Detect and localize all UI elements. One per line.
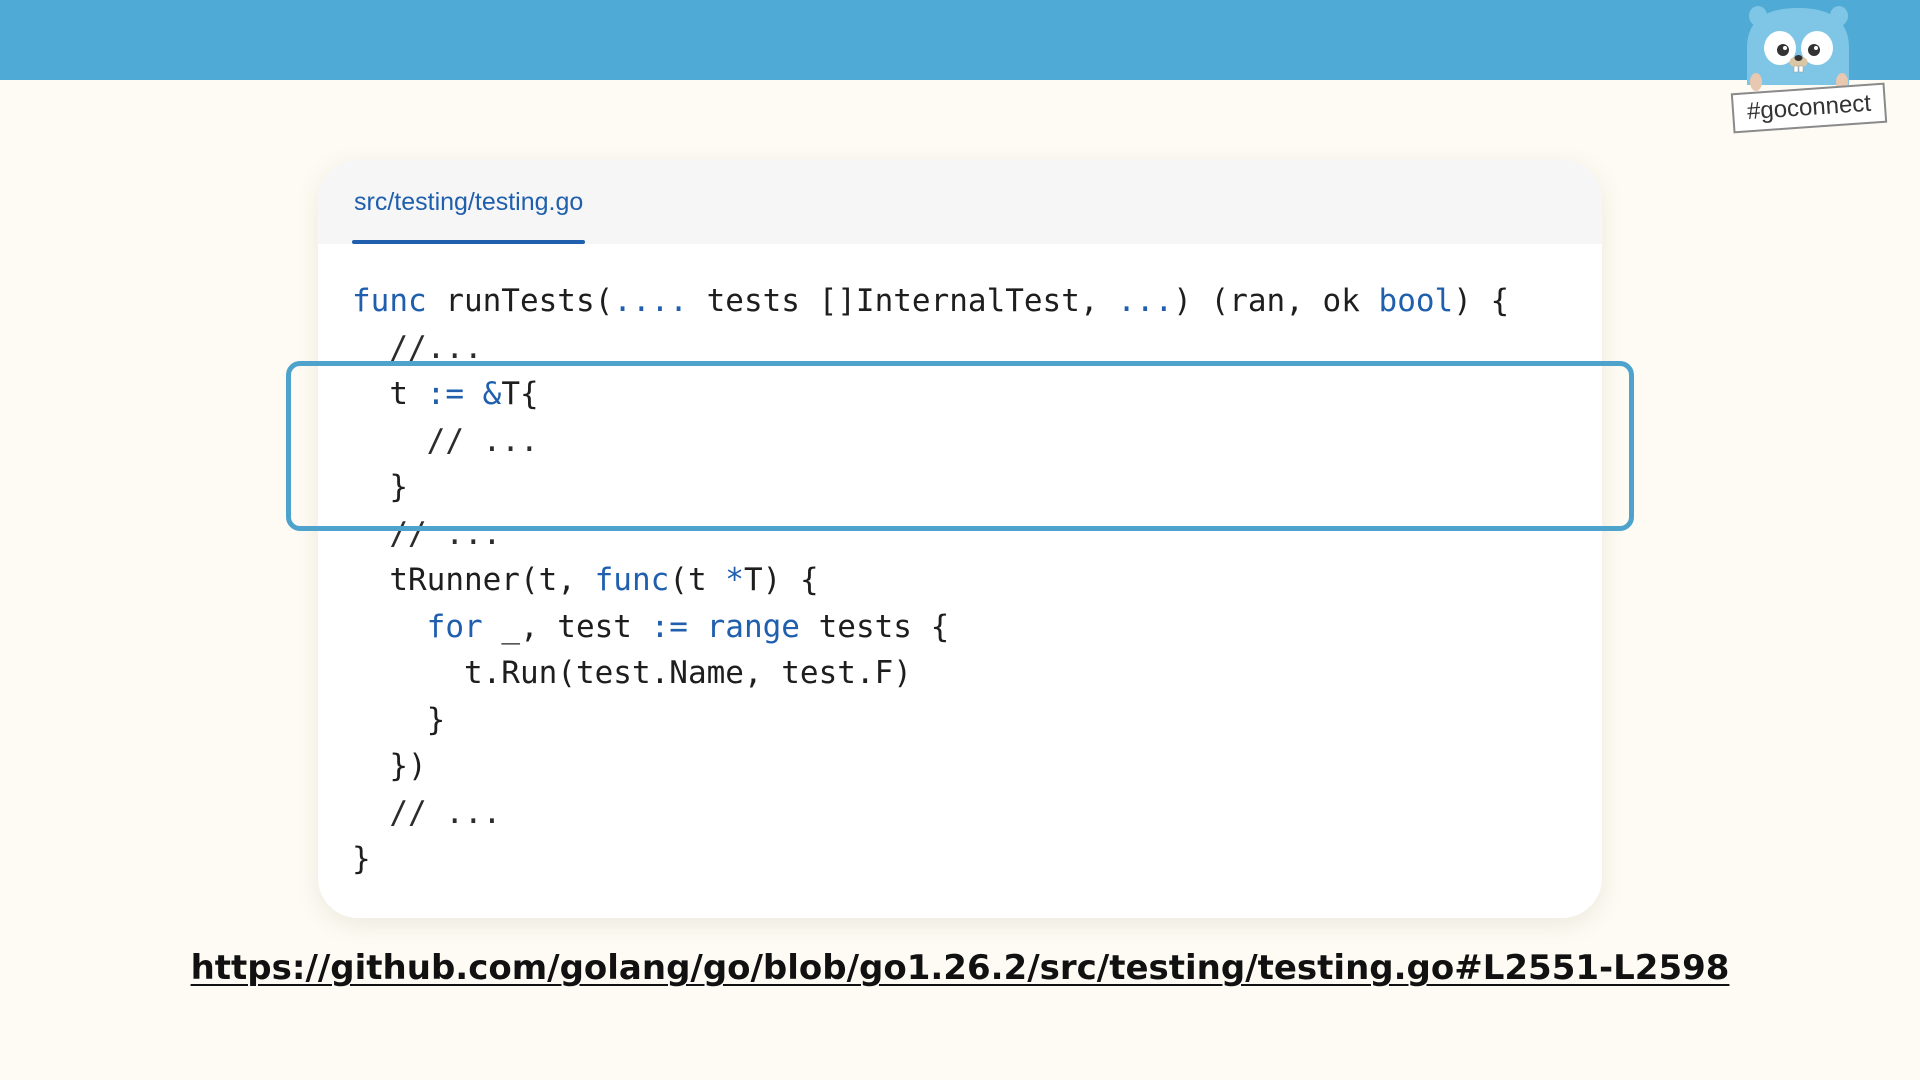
active-tab-indicator [352,240,586,244]
code-token-op: := [650,608,688,645]
code-line: } [352,836,1509,883]
code-line: for _, test := range tests { [352,604,1509,651]
hashtag-label: #goconnect [1746,89,1872,126]
code-line: }) [352,743,1509,790]
tab-label: src/testing/testing.go [354,188,584,216]
code-token-id: ) { [1453,283,1510,319]
code-line: } [352,697,1509,744]
code-token-op: ... [1117,283,1174,319]
code-token-id: T) { [743,562,819,598]
tab-testing-go[interactable]: src/testing/testing.go [352,160,586,244]
code-token-id: tests { [799,608,950,645]
code-token-id: } [352,841,371,877]
code-token-id [688,609,707,645]
code-token-op: * [725,562,744,598]
code-token-id [352,609,427,645]
code-token-id: _, test [482,608,651,645]
code-token-op: .... [613,283,688,319]
code-token-comment: // ... [352,794,502,831]
top-banner [0,0,1920,80]
code-line: tRunner(t, func(t *T) { [352,557,1509,604]
source-link[interactable]: https://github.com/golang/go/blob/go1.26… [0,948,1920,988]
code-line: func runTests(.... tests []InternalTest,… [352,278,1509,325]
code-token-id: t.Run(test.Name, test.F) [352,655,912,691]
code-token-kw: func [594,562,670,598]
file-tab-bar: src/testing/testing.go [318,160,1602,244]
code-token-kw: bool [1378,283,1454,319]
code-token-id: }) [352,748,427,784]
code-line: // ... [352,790,1509,837]
code-token-id: (t [669,562,726,598]
code-card: src/testing/testing.go func runTests(...… [318,160,1602,918]
code-line: t.Run(test.Name, test.F) [352,650,1509,697]
code-token-id: ) (ran, ok [1173,283,1379,319]
code-token-kw: func [352,283,427,319]
code-token-id: tRunner(t, [352,562,595,598]
code-token-kw: for [426,608,483,645]
code-token-id: runTests( [426,283,614,319]
code-token-id: tests []InternalTest, [687,283,1118,319]
code-token-kw: range [706,608,800,645]
highlight-box [286,361,1634,531]
code-token-id: } [352,701,446,738]
